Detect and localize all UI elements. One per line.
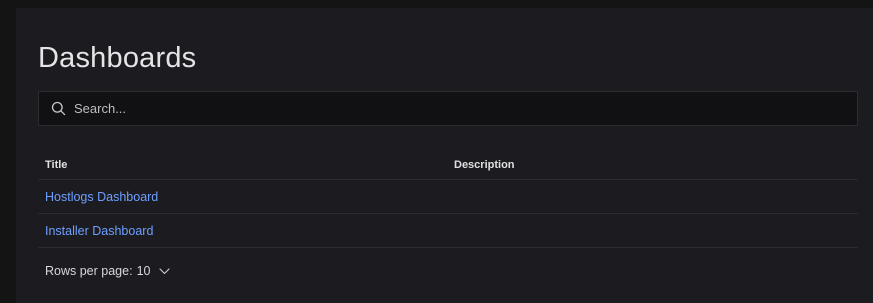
title-cell: Installer Dashboard (38, 222, 448, 240)
table-row: Hostlogs Dashboard (38, 180, 858, 214)
dashboards-panel: Dashboards Title Description Hostlogs Da… (16, 8, 873, 303)
rows-per-page-select[interactable]: 10 (137, 264, 171, 278)
rows-per-page-label: Rows per page: (45, 264, 133, 278)
table-header-row: Title Description (38, 150, 858, 180)
column-header-title[interactable]: Title (38, 159, 448, 171)
search-box[interactable] (38, 91, 858, 126)
app-background: Dashboards Title Description Hostlogs Da… (0, 0, 873, 303)
dashboards-table: Title Description Hostlogs Dashboard Ins… (38, 150, 858, 248)
pagination-footer: Rows per page: 10 (45, 264, 171, 278)
search-input[interactable] (74, 92, 857, 125)
page-title: Dashboards (38, 42, 197, 74)
column-header-description[interactable]: Description (448, 159, 858, 171)
chevron-down-icon (159, 267, 171, 275)
title-cell: Hostlogs Dashboard (38, 188, 448, 206)
dashboard-link-installer[interactable]: Installer Dashboard (45, 224, 153, 238)
table-row: Installer Dashboard (38, 214, 858, 248)
dashboard-link-hostlogs[interactable]: Hostlogs Dashboard (45, 190, 158, 204)
rows-per-page-value: 10 (136, 264, 151, 278)
search-icon (50, 101, 66, 117)
